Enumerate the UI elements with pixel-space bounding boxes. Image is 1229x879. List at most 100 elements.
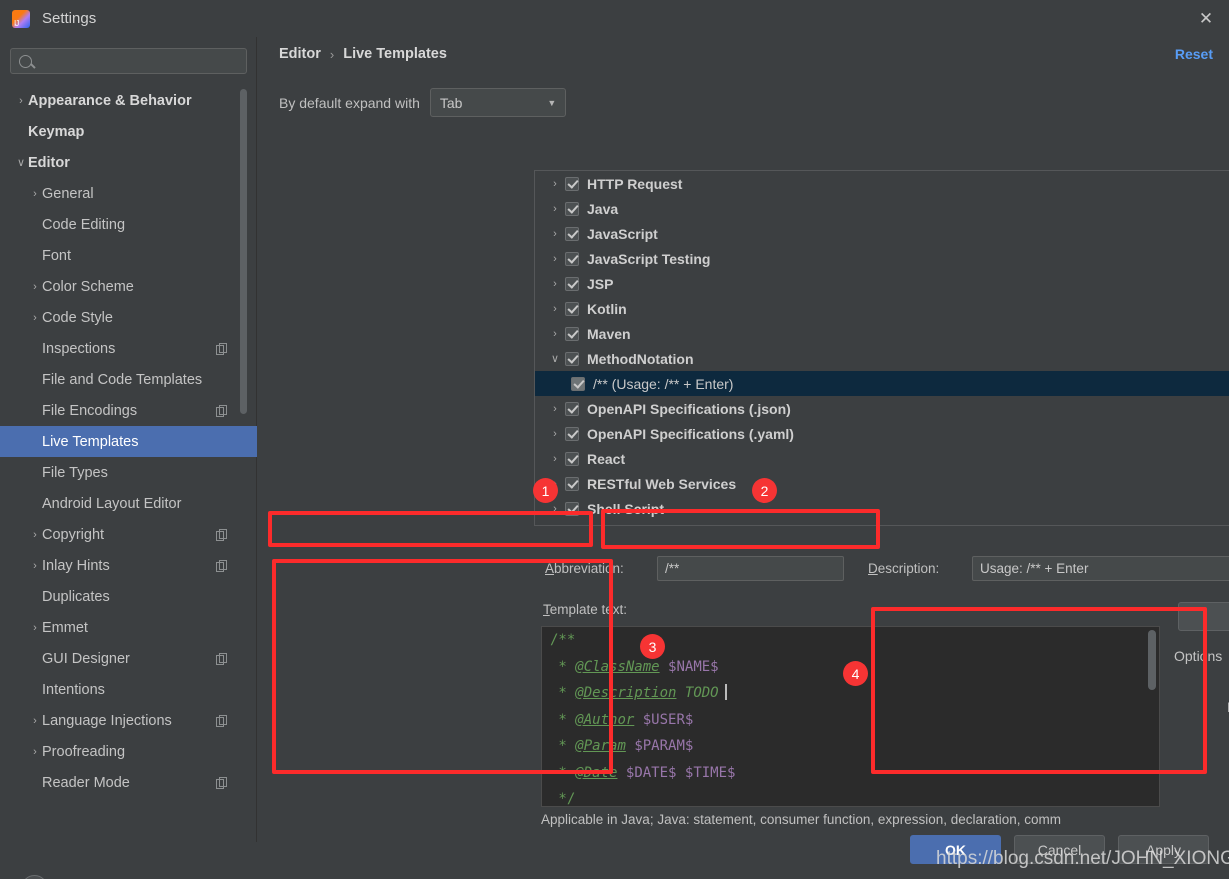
template-tree-row[interactable]: ∨ MethodNotation xyxy=(535,346,1229,371)
sidebar-item-color-scheme[interactable]: › Color Scheme xyxy=(0,271,257,302)
template-enabled-checkbox[interactable] xyxy=(565,426,579,441)
sidebar-item-duplicates[interactable]: ›Duplicates xyxy=(0,581,257,612)
template-enabled-checkbox[interactable] xyxy=(565,326,579,341)
template-enabled-checkbox[interactable] xyxy=(565,201,579,216)
chevron-right-icon[interactable]: › xyxy=(28,746,42,758)
sidebar-item-font[interactable]: ›Font xyxy=(0,240,257,271)
reset-link[interactable]: Reset xyxy=(1175,46,1213,62)
sidebar-item-language-injections[interactable]: › Language Injections xyxy=(0,705,257,736)
options-legend: Options xyxy=(1174,648,1229,664)
template-enabled-checkbox[interactable] xyxy=(565,501,579,516)
template-tree-row[interactable]: › JSP xyxy=(535,271,1229,296)
template-enabled-checkbox[interactable] xyxy=(565,451,579,466)
template-tree-row[interactable]: › React xyxy=(535,446,1229,471)
template-enabled-checkbox[interactable] xyxy=(565,176,579,191)
template-tree-row[interactable]: ›RESTful Web Services xyxy=(535,471,1229,496)
breadcrumb-separator-icon: › xyxy=(329,46,335,62)
template-tree-row[interactable]: › HTTP Request xyxy=(535,171,1229,196)
chevron-down-icon[interactable]: ∨ xyxy=(545,352,565,365)
chevron-right-icon[interactable]: › xyxy=(545,303,565,315)
chevron-right-icon[interactable]: › xyxy=(545,228,565,240)
template-tree-row[interactable]: /** (Usage: /** + Enter) xyxy=(535,371,1229,396)
template-enabled-checkbox[interactable] xyxy=(565,226,579,241)
sidebar-item-inspections[interactable]: ›Inspections xyxy=(0,333,257,364)
sidebar-item-label: Live Templates xyxy=(42,433,139,450)
sidebar-item-gui-designer[interactable]: ›GUI Designer xyxy=(0,643,257,674)
ok-button[interactable]: OK xyxy=(910,835,1001,864)
sidebar-item-file-and-code-templates[interactable]: ›File and Code Templates xyxy=(0,364,257,395)
template-enabled-checkbox[interactable] xyxy=(565,276,579,291)
sidebar-item-file-types[interactable]: ›File Types xyxy=(0,457,257,488)
sidebar-item-label: Copyright xyxy=(42,526,105,543)
sidebar-item-file-encodings[interactable]: ›File Encodings xyxy=(0,395,257,426)
template-tree-row[interactable]: › JavaScript Testing xyxy=(535,246,1229,271)
chevron-right-icon[interactable]: › xyxy=(545,403,565,415)
chevron-down-icon[interactable]: ∨ xyxy=(14,156,28,169)
chevron-right-icon[interactable]: › xyxy=(28,188,42,200)
editor-token: */ xyxy=(550,791,576,807)
sidebar-item-reader-mode[interactable]: ›Reader Mode xyxy=(0,767,257,798)
options-group: Options Expand with Enter ▼ Reformat acc… xyxy=(1165,648,1229,812)
chevron-right-icon[interactable]: › xyxy=(545,453,565,465)
breadcrumb-parent[interactable]: Editor xyxy=(279,46,321,62)
editor-scrollbar[interactable] xyxy=(1148,630,1156,690)
description-input[interactable]: Usage: /** + Enter xyxy=(972,556,1229,581)
chevron-right-icon[interactable]: › xyxy=(545,253,565,265)
template-tree-row[interactable]: › OpenAPI Specifications (.yaml) xyxy=(535,421,1229,446)
template-enabled-checkbox[interactable] xyxy=(565,351,579,366)
editor-token: @Date xyxy=(575,764,618,781)
apply-button[interactable]: Apply xyxy=(1118,835,1209,864)
chevron-right-icon[interactable]: › xyxy=(545,503,565,515)
template-enabled-checkbox[interactable] xyxy=(571,376,585,391)
edit-variables-button[interactable]: Edit variables xyxy=(1178,602,1229,631)
sidebar-item-copyright[interactable]: › Copyright xyxy=(0,519,257,550)
sidebar-item-live-templates[interactable]: ›Live Templates xyxy=(0,426,257,457)
template-enabled-checkbox[interactable] xyxy=(565,401,579,416)
sidebar-item-appearance-behavior[interactable]: › Appearance & Behavior xyxy=(0,85,257,116)
sidebar-item-inlay-hints[interactable]: › Inlay Hints xyxy=(0,550,257,581)
sidebar-item-android-layout-editor[interactable]: ›Android Layout Editor xyxy=(0,488,257,519)
chevron-right-icon[interactable]: › xyxy=(28,715,42,727)
chevron-right-icon[interactable]: › xyxy=(28,312,42,324)
chevron-right-icon[interactable]: › xyxy=(28,529,42,541)
chevron-right-icon[interactable]: › xyxy=(545,178,565,190)
template-tree-row[interactable]: › Java xyxy=(535,196,1229,221)
template-tree-row[interactable]: › JavaScript xyxy=(535,221,1229,246)
template-enabled-checkbox[interactable] xyxy=(565,301,579,316)
sidebar-item-keymap[interactable]: ›Keymap xyxy=(0,116,257,147)
sidebar-item-code-editing[interactable]: ›Code Editing xyxy=(0,209,257,240)
chevron-right-icon[interactable]: › xyxy=(28,560,42,572)
template-enabled-checkbox[interactable] xyxy=(565,251,579,266)
sidebar-item-proofreading[interactable]: › Proofreading xyxy=(0,736,257,767)
template-tree-row[interactable]: › Shell Script xyxy=(535,496,1229,521)
chevron-right-icon[interactable]: › xyxy=(545,278,565,290)
template-tree-row[interactable]: › Kotlin xyxy=(535,296,1229,321)
chevron-right-icon[interactable]: › xyxy=(28,281,42,293)
template-tree-row[interactable]: › OpenAPI Specifications (.json) xyxy=(535,396,1229,421)
settings-nav-tree[interactable]: ›Appearance & Behavior›Keymap∨Editor›Gen… xyxy=(0,85,257,805)
template-text-editor[interactable]: /** * @ClassName $NAME$ * @Description T… xyxy=(541,626,1160,807)
default-expand-select[interactable]: Tab ▼ xyxy=(429,88,566,117)
search-input[interactable] xyxy=(38,53,246,69)
chevron-right-icon[interactable]: › xyxy=(14,95,28,107)
help-button[interactable]: ? xyxy=(21,875,48,879)
sidebar-scrollbar[interactable] xyxy=(240,89,247,414)
sidebar-item-intentions[interactable]: ›Intentions xyxy=(0,674,257,705)
sidebar-item-editor[interactable]: ∨ Editor xyxy=(0,147,257,178)
sidebar-item-general[interactable]: › General xyxy=(0,178,257,209)
chevron-right-icon[interactable]: › xyxy=(28,622,42,634)
live-templates-tree[interactable]: › HTTP Request › Java › JavaScript › JavaScript… xyxy=(535,171,1229,525)
search-box[interactable] xyxy=(10,48,247,74)
chevron-right-icon[interactable]: › xyxy=(545,428,565,440)
abbreviation-input[interactable]: /** xyxy=(657,556,844,581)
chevron-right-icon[interactable]: › xyxy=(545,203,565,215)
close-icon[interactable]: ✕ xyxy=(1183,0,1229,37)
sidebar-item-label: Proofreading xyxy=(42,743,126,760)
sidebar-item-emmet[interactable]: › Emmet xyxy=(0,612,257,643)
template-enabled-checkbox[interactable] xyxy=(565,476,579,491)
chevron-right-icon[interactable]: › xyxy=(545,328,565,340)
sidebar-item-code-style[interactable]: › Code Style xyxy=(0,302,257,333)
template-tree-row[interactable]: › Maven xyxy=(535,321,1229,346)
cancel-button[interactable]: Cancel xyxy=(1014,835,1105,864)
sidebar-item-textmate-bundles[interactable]: ›TextMate Bundles xyxy=(0,798,257,805)
